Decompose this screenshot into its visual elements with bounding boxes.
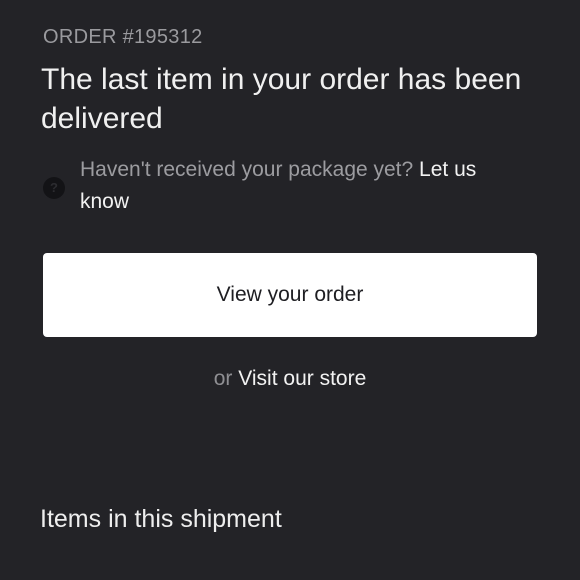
visit-store-link[interactable]: Visit our store [238, 367, 366, 390]
view-order-button[interactable]: View your order [43, 253, 537, 337]
page-title: The last item in your order has been del… [41, 63, 522, 135]
delivery-help-prompt: Haven't received your package yet? [80, 158, 414, 181]
shipment-section-title: Items in this shipment [40, 505, 282, 533]
delivery-help-text: Haven't received your package yet? Let u… [80, 154, 520, 218]
order-number: ORDER #195312 [43, 26, 203, 48]
question-icon: ? [43, 177, 65, 199]
or-label: or [213, 367, 233, 390]
visit-store-row: or Visit our store [0, 364, 580, 394]
